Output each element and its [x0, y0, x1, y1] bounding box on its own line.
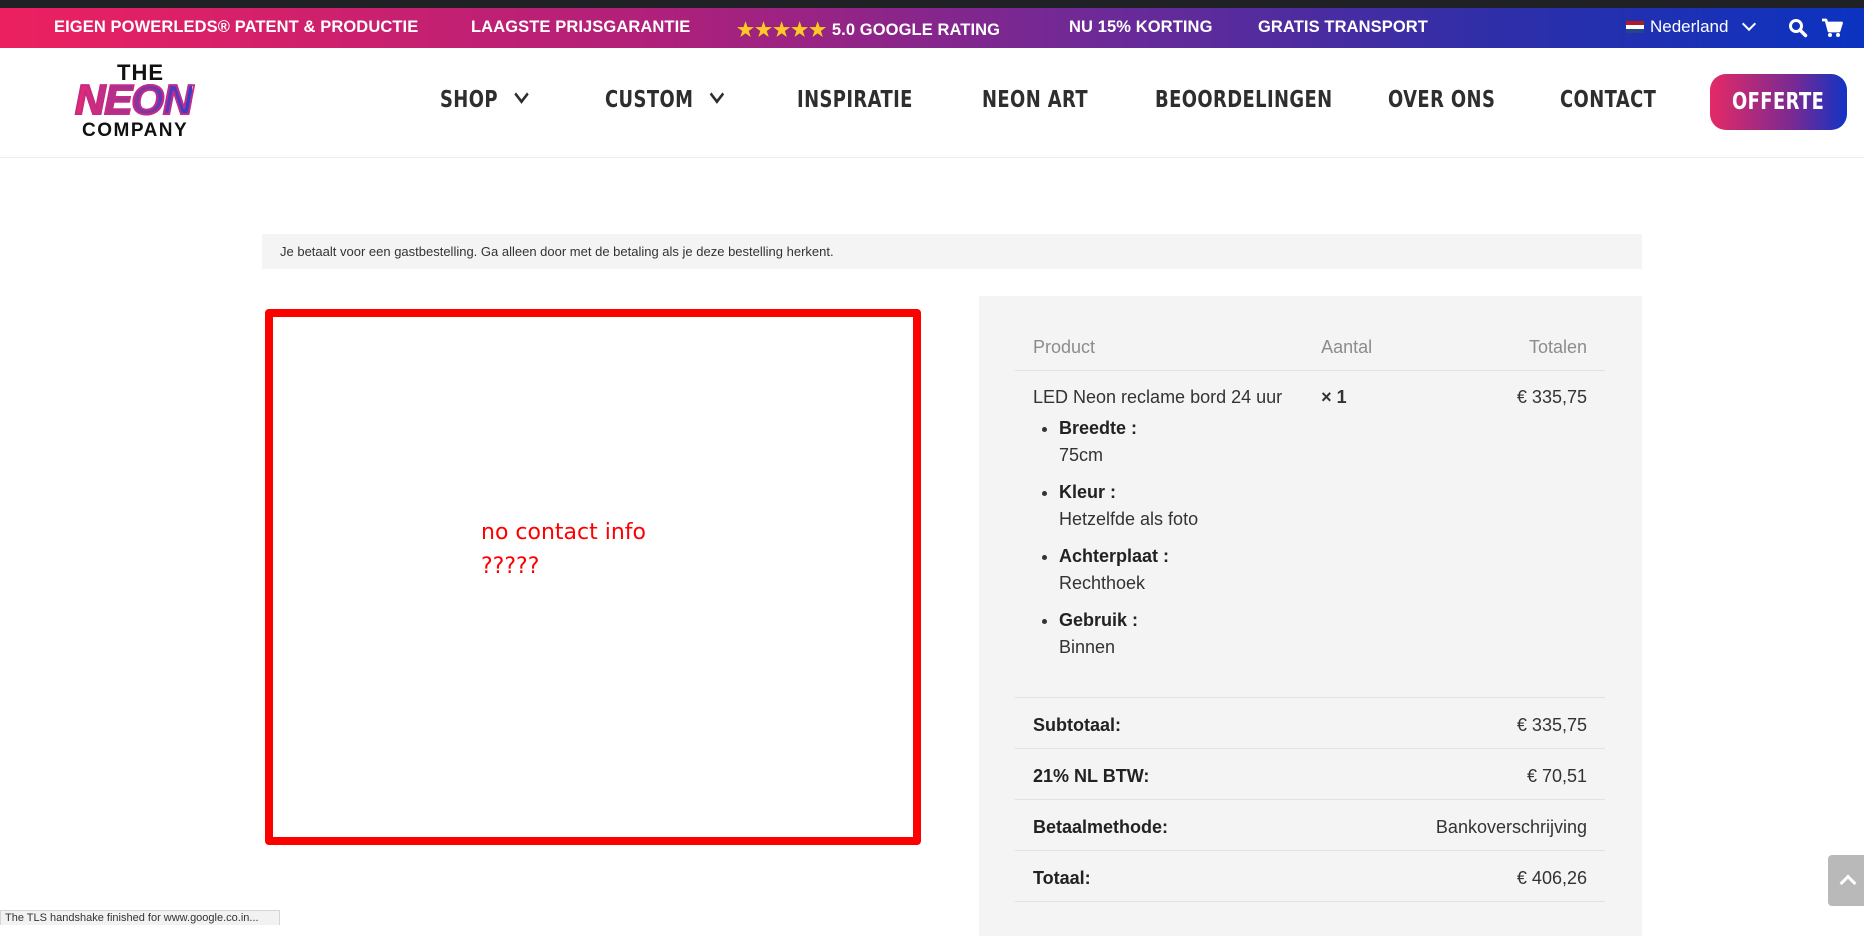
offerte-label: OFFERTE: [1732, 89, 1825, 115]
nav-shop[interactable]: SHOP: [440, 85, 529, 113]
annotation-line-2: ?????: [481, 554, 540, 579]
site-header: THE NEON COMPANY SHOP CUSTOM INSPIRATIE …: [0, 48, 1864, 158]
promo-patent: EIGEN POWERLEDS® PATENT & PRODUCTIE: [54, 18, 419, 36]
browser-chrome-strip: [0, 0, 1864, 8]
total-label: Totaal:: [1015, 849, 1418, 902]
subtotal-value: € 335,75: [1417, 696, 1605, 748]
nav-custom-label: CUSTOM: [605, 87, 694, 113]
total-row: Totaal: € 406,26: [1015, 849, 1605, 902]
order-item-row: LED Neon reclame bord 24 uur Breedte : 75…: [1015, 370, 1605, 697]
product-cell: LED Neon reclame bord 24 uur Breedte : 75…: [1015, 370, 1303, 697]
logo-company: COMPANY: [82, 120, 189, 141]
browser-status-bar: The TLS handshake finished for www.googl…: [0, 910, 280, 925]
nav-inspiratie[interactable]: INSPIRATIE: [797, 87, 913, 113]
subtotal-row: Subtotaal: € 335,75: [1015, 696, 1605, 748]
offerte-button[interactable]: OFFERTE: [1710, 74, 1847, 130]
meta-item: Gebruik : Binnen: [1059, 607, 1285, 661]
meta-value: 75cm: [1059, 444, 1104, 465]
payment-method-value: Bankoverschrijving: [1417, 798, 1605, 850]
meta-key: Gebruik :: [1059, 609, 1139, 630]
payment-method-label: Betaalmethode:: [1015, 798, 1418, 850]
search-icon[interactable]: [1788, 18, 1808, 38]
payment-method-row: Betaalmethode: Bankoverschrijving: [1015, 798, 1605, 850]
product-meta-list: Breedte :75cm Kleur :Hetzelfde als foto …: [1059, 415, 1285, 661]
nav-over-ons[interactable]: OVER ONS: [1388, 87, 1495, 113]
meta-key: Breedte :: [1059, 417, 1138, 438]
language-selector[interactable]: Nederland: [1626, 16, 1757, 37]
rating-text: 5.0 GOOGLE RATING: [831, 21, 1001, 39]
nav-neon-art[interactable]: NEON ART: [982, 87, 1088, 113]
promo-rating: ★★★★★ 5.0 GOOGLE RATING: [737, 18, 1000, 41]
total-value: € 406,26: [1417, 849, 1605, 902]
nav-custom[interactable]: CUSTOM: [605, 85, 725, 113]
neon-company-logo[interactable]: THE NEON COMPANY: [55, 60, 230, 146]
vat-label: 21% NL BTW:: [1015, 747, 1418, 799]
line-total-cell: € 335,75: [1516, 386, 1587, 407]
quantity-cell: × 1: [1321, 386, 1347, 407]
meta-value: Rechthoek: [1059, 572, 1146, 593]
chevron-up-icon: [1839, 874, 1857, 892]
promo-shipping: GRATIS TRANSPORT: [1258, 18, 1428, 36]
rating-stars-icon: ★★★★★: [737, 20, 828, 41]
scroll-to-top-button[interactable]: [1828, 855, 1864, 906]
col-quantity: Aantal: [1303, 324, 1418, 371]
nav-shop-label: SHOP: [440, 87, 498, 113]
annotation-box: no contact info ?????: [265, 309, 921, 845]
logo-neon: NEON: [74, 75, 194, 124]
chevron-down-icon: [514, 85, 529, 104]
product-name: LED Neon reclame bord 24 uur: [1033, 386, 1283, 407]
cart-icon[interactable]: [1821, 18, 1843, 38]
meta-item: Achterplaat : Rechthoek: [1059, 543, 1285, 597]
nav-contact[interactable]: CONTACT: [1560, 87, 1656, 113]
meta-key: Kleur :: [1059, 481, 1117, 502]
subtotal-label: Subtotaal:: [1015, 696, 1418, 748]
col-totals: Totalen: [1417, 324, 1605, 371]
promo-discount: NU 15% KORTING: [1069, 18, 1213, 36]
order-table: Product Aantal Totalen LED Neon reclame …: [1015, 324, 1605, 902]
chevron-down-icon: [709, 85, 725, 104]
order-summary: Product Aantal Totalen LED Neon reclame …: [979, 296, 1642, 936]
annotation-note: no contact info ?????: [481, 516, 646, 584]
col-product: Product: [1015, 324, 1304, 371]
meta-item: Kleur : Hetzelfde als foto: [1059, 479, 1285, 533]
meta-key: Achterplaat :: [1059, 545, 1170, 566]
chevron-down-icon: [1742, 16, 1757, 32]
order-table-header: Product Aantal Totalen: [1015, 324, 1605, 371]
meta-value: Hetzelfde als foto: [1059, 508, 1199, 529]
netherlands-flag-icon: [1626, 21, 1644, 33]
language-label: Nederland: [1650, 17, 1729, 36]
vat-value: € 70,51: [1417, 747, 1605, 799]
promo-price-guarantee: LAAGSTE PRIJSGARANTIE: [471, 18, 691, 36]
promo-bar: EIGEN POWERLEDS® PATENT & PRODUCTIE LAAG…: [0, 8, 1864, 48]
meta-value: Binnen: [1059, 636, 1116, 657]
guest-order-notice: Je betaalt voor een gastbestelling. Ga a…: [262, 234, 1642, 269]
meta-item: Breedte : 75cm: [1059, 415, 1285, 469]
annotation-line-1: no contact info: [481, 520, 646, 545]
nav-beoordelingen[interactable]: BEOORDELINGEN: [1155, 87, 1333, 113]
vat-row: 21% NL BTW: € 70,51: [1015, 747, 1605, 799]
